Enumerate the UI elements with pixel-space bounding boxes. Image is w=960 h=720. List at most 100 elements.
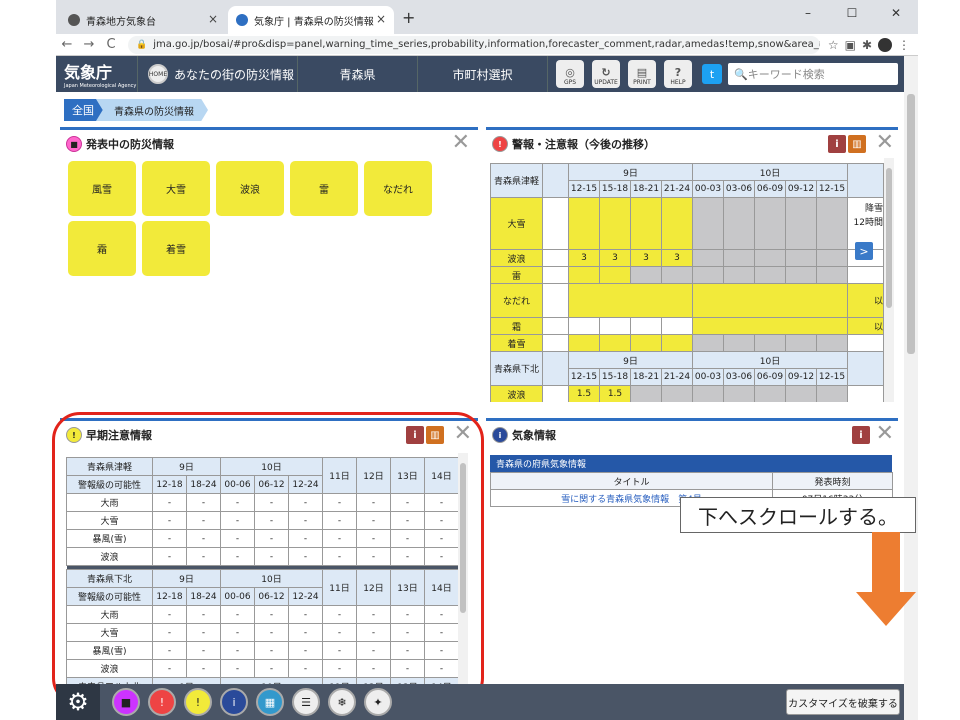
panel-tools: i ▥ — [828, 135, 866, 153]
home-menu[interactable]: HOME あなたの街の防災情報 — [138, 56, 298, 92]
note-text: 降雪 — [864, 204, 883, 214]
extension-icon[interactable]: ▣ — [845, 38, 856, 52]
close-icon[interactable]: ✕ — [876, 132, 894, 154]
tile-fusetsu[interactable]: 風雪 — [68, 161, 136, 216]
menu-icon[interactable]: ⋮ — [898, 38, 910, 52]
info-circle-icon[interactable]: i — [220, 688, 248, 716]
breadcrumb-root[interactable]: 全国 — [64, 99, 104, 121]
gear-icon[interactable]: ⚙ — [56, 684, 100, 720]
new-tab-button[interactable]: + — [402, 8, 415, 27]
tile-kaminari[interactable]: 雷 — [290, 161, 358, 216]
cell — [568, 334, 600, 352]
time-header: 15-18 — [599, 180, 631, 198]
info-icon[interactable]: i — [828, 135, 846, 153]
cell — [847, 334, 884, 352]
info-icon[interactable]: i — [852, 426, 870, 444]
tile-haro[interactable]: 波浪 — [216, 161, 284, 216]
back-button[interactable]: ← — [56, 37, 78, 52]
warning-icon: ! — [492, 136, 508, 152]
scrollbar-thumb[interactable] — [886, 168, 892, 308]
time-header: 06-09 — [754, 180, 786, 198]
print-button[interactable]: ▤ PRINT — [628, 60, 656, 88]
update-button[interactable]: ↻ UPDATE — [592, 60, 620, 88]
gps-button[interactable]: ◎ GPS — [556, 60, 584, 88]
cell — [847, 266, 884, 284]
gps-label: GPS — [563, 79, 577, 86]
cell — [785, 249, 817, 267]
cell — [542, 283, 569, 318]
row-label: 霜 — [490, 317, 543, 335]
cell — [723, 334, 755, 352]
cell — [692, 334, 724, 352]
jma-logo[interactable]: 気象庁 Japan Meteorological Agency — [56, 56, 138, 92]
cell — [847, 385, 884, 402]
tab-jma-aomori[interactable]: 気象庁 | 青森県の防災情報 × — [228, 6, 394, 34]
cell — [630, 334, 662, 352]
url-field[interactable]: 🔒 jma.go.jp/bosai/#pro&disp=panel,warning… — [128, 35, 820, 54]
note-text: 12時間 — [853, 218, 883, 228]
cell — [692, 283, 848, 318]
forecaster-icon[interactable]: ☰ — [292, 688, 320, 716]
cell-value: 3 — [599, 249, 631, 267]
star-icon[interactable]: ☆ — [828, 38, 839, 52]
logo-main: 気象庁 — [64, 63, 113, 82]
globe-icon — [68, 14, 80, 26]
cell — [692, 266, 724, 284]
time-header: 00-03 — [692, 180, 724, 198]
panel-title-text: 気象情報 — [512, 429, 556, 442]
close-window-button[interactable]: ✕ — [874, 0, 918, 26]
cell-value: 3 — [630, 249, 662, 267]
cell — [785, 385, 817, 402]
next-arrow-button[interactable]: > — [855, 242, 873, 260]
puzzle-icon[interactable]: ✱ — [862, 38, 872, 52]
cell — [816, 385, 848, 402]
prefecture-menu[interactable]: 青森県 — [298, 56, 418, 92]
time-header: 09-12 — [785, 368, 817, 386]
close-icon[interactable]: ✕ — [452, 132, 470, 154]
cell-value: 以 — [847, 283, 884, 318]
cell — [542, 266, 569, 284]
time-header: 15-18 — [599, 368, 631, 386]
panel-title-text: 発表中の防災情報 — [86, 138, 174, 151]
info-section-header: 青森県の府県気象情報 — [490, 455, 892, 472]
blank-header — [847, 351, 884, 386]
forward-button[interactable]: → — [78, 37, 100, 52]
time-header: 09-12 — [785, 180, 817, 198]
twitter-icon[interactable]: t — [702, 64, 722, 84]
panel-current-icon[interactable]: ■ — [112, 688, 140, 716]
cell — [599, 317, 631, 335]
col-title: タイトル — [490, 472, 773, 490]
cell-value: 1.5 — [568, 385, 600, 402]
cell — [542, 249, 569, 267]
cell — [723, 197, 755, 250]
close-icon[interactable]: ✕ — [876, 423, 894, 445]
maximize-button[interactable]: ☐ — [830, 0, 874, 26]
warning-icon[interactable]: ! — [148, 688, 176, 716]
tab-aomori-observatory[interactable]: 青森地方気象台 × — [60, 6, 226, 34]
tile-chakusetsu[interactable]: 着雪 — [142, 221, 210, 276]
snow-icon[interactable]: ❄ — [328, 688, 356, 716]
search-input[interactable]: 🔍 キーワード検索 — [728, 63, 898, 85]
avatar[interactable] — [878, 37, 892, 52]
tile-shimo[interactable]: 霜 — [68, 221, 136, 276]
close-icon[interactable]: × — [376, 12, 386, 26]
scrollbar-thumb[interactable] — [907, 94, 915, 354]
amedas-icon[interactable]: ✦ — [364, 688, 392, 716]
cell-value: 3 — [661, 249, 693, 267]
time-header: 06-09 — [754, 368, 786, 386]
tile-oyuki[interactable]: 大雪 — [142, 161, 210, 216]
panel-scrollbar[interactable] — [884, 158, 894, 402]
day-header: 9日 — [568, 163, 693, 181]
reload-button[interactable]: C — [100, 37, 122, 52]
city-select[interactable]: 市町村選択 — [418, 56, 548, 92]
cell — [542, 197, 569, 250]
minimize-button[interactable]: – — [786, 0, 830, 26]
caution-icon[interactable]: ! — [184, 688, 212, 716]
cell — [754, 249, 786, 267]
book-icon[interactable]: ▥ — [848, 135, 866, 153]
close-icon[interactable]: × — [208, 12, 218, 26]
tile-nadare[interactable]: なだれ — [364, 161, 432, 216]
help-button[interactable]: ? HELP — [664, 60, 692, 88]
radar-icon[interactable]: ▦ — [256, 688, 284, 716]
discard-customize-button[interactable]: カスタマイズを破棄する — [786, 689, 900, 715]
